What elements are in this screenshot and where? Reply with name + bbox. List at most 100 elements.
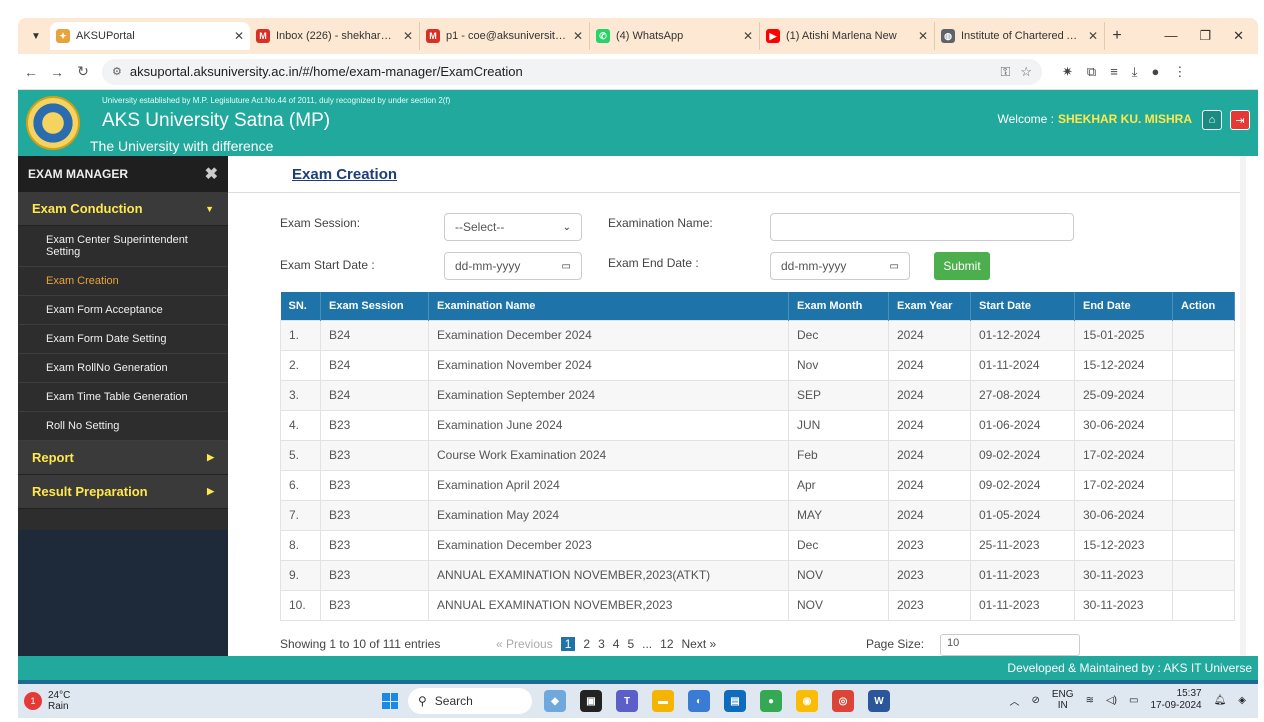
weather-widget[interactable]: 1 24°C Rain bbox=[24, 690, 70, 712]
reload-icon[interactable]: ↻ bbox=[70, 63, 96, 80]
exam-end-date-input[interactable]: dd-mm-yyyy ▭ bbox=[770, 252, 910, 280]
browser-tab[interactable]: ✦ AKSUPortal ✕ bbox=[50, 22, 250, 50]
browser-tab[interactable]: M Inbox (226) - shekharstn@ ✕ bbox=[250, 22, 420, 50]
cell-action[interactable] bbox=[1172, 589, 1235, 621]
profile-avatar-icon[interactable]: ● bbox=[1152, 64, 1160, 80]
sidebar-item-exam-form-date-setting[interactable]: Exam Form Date Setting bbox=[18, 325, 228, 354]
calendar-icon[interactable]: ▭ bbox=[562, 261, 571, 272]
col-action[interactable]: Action bbox=[1172, 292, 1235, 320]
close-icon[interactable]: ✕ bbox=[1088, 29, 1098, 43]
cell-action[interactable] bbox=[1172, 499, 1235, 531]
network-status-icon[interactable]: ⊘ bbox=[1032, 695, 1040, 706]
reading-list-icon[interactable]: ≡ bbox=[1110, 64, 1118, 80]
cell-action[interactable] bbox=[1172, 529, 1235, 561]
col-sn[interactable]: SN. bbox=[280, 292, 321, 320]
notification-bell-icon[interactable]: 🔔︎ bbox=[1214, 695, 1227, 706]
sidebar-item-exam-center-superintendent[interactable]: Exam Center Superintendent Setting bbox=[18, 226, 228, 267]
close-icon[interactable]: ✕ bbox=[918, 29, 928, 43]
submit-button[interactable]: Submit bbox=[934, 252, 990, 280]
cell-action[interactable] bbox=[1172, 439, 1235, 471]
back-icon[interactable]: ← bbox=[18, 64, 44, 80]
tab-search-dropdown-icon[interactable]: ▼ bbox=[22, 24, 50, 48]
chrome-profile-icon[interactable]: ◉ bbox=[796, 690, 818, 712]
sidebar-item-exam-form-acceptance[interactable]: Exam Form Acceptance bbox=[18, 296, 228, 325]
col-exam-year[interactable]: Exam Year bbox=[888, 292, 971, 320]
task-view-icon[interactable]: ▣ bbox=[580, 690, 602, 712]
cell-action[interactable] bbox=[1172, 469, 1235, 501]
clock[interactable]: 15:37 17-09-2024 bbox=[1150, 688, 1201, 712]
browser-tab[interactable]: M p1 - coe@aksuniversity.co ✕ bbox=[420, 22, 590, 50]
examination-name-input[interactable] bbox=[770, 213, 1074, 241]
cell-action[interactable] bbox=[1172, 409, 1235, 441]
cell-action[interactable] bbox=[1172, 349, 1235, 381]
close-icon[interactable]: ✕ bbox=[573, 29, 583, 43]
home-button[interactable]: ⌂ bbox=[1202, 110, 1222, 130]
logout-button[interactable]: ⇥ bbox=[1230, 110, 1250, 130]
puzzle-icon[interactable]: ⧉ bbox=[1087, 64, 1096, 80]
browser-tab[interactable]: ✆ (4) WhatsApp ✕ bbox=[590, 22, 760, 50]
col-end-date[interactable]: End Date bbox=[1074, 292, 1173, 320]
extension-icon[interactable]: ✷ bbox=[1062, 64, 1073, 80]
chevron-up-icon[interactable]: ︿ bbox=[1010, 693, 1020, 708]
sidebar-section-report[interactable]: Report ▶ bbox=[18, 441, 228, 475]
page-link-5[interactable]: 5 bbox=[627, 637, 634, 651]
sidebar-item-exam-time-table[interactable]: Exam Time Table Generation bbox=[18, 383, 228, 412]
app-icon[interactable]: ● bbox=[760, 690, 782, 712]
browser-tab[interactable]: ▶ (1) Atishi Marlena New ✕ bbox=[760, 22, 935, 50]
taskbar-search[interactable]: ⚲ Search bbox=[408, 688, 532, 714]
edge-icon[interactable]: ◐ bbox=[688, 690, 710, 712]
col-exam-month[interactable]: Exam Month bbox=[788, 292, 889, 320]
volume-icon[interactable]: ◁) bbox=[1106, 695, 1117, 706]
main-scrollbar[interactable] bbox=[1240, 156, 1246, 656]
next-page-link[interactable]: Next » bbox=[682, 637, 717, 651]
cell-action[interactable] bbox=[1172, 379, 1235, 411]
download-icon[interactable]: ⤓ bbox=[1132, 64, 1138, 80]
close-icon[interactable]: ✕ bbox=[743, 29, 753, 43]
minimize-icon[interactable]: — bbox=[1164, 28, 1177, 44]
previous-page-link[interactable]: « Previous bbox=[496, 637, 553, 651]
close-icon[interactable]: ✕ bbox=[403, 29, 413, 43]
teams-icon[interactable]: T bbox=[616, 690, 638, 712]
sidebar-item-exam-creation[interactable]: Exam Creation bbox=[18, 267, 228, 296]
copilot-icon[interactable]: ◈ bbox=[1238, 695, 1246, 706]
col-exam-session[interactable]: Exam Session bbox=[320, 292, 429, 320]
widget-app-icon[interactable]: ◆ bbox=[544, 690, 566, 712]
new-tab-icon[interactable]: + bbox=[1105, 27, 1129, 45]
language-indicator[interactable]: ENG IN bbox=[1052, 689, 1074, 711]
exam-start-date-input[interactable]: dd-mm-yyyy ▭ bbox=[444, 252, 582, 280]
page-link-12[interactable]: 12 bbox=[660, 637, 673, 651]
key-icon[interactable]: ⚿ bbox=[1000, 64, 1010, 80]
close-sidebar-icon[interactable]: ✖ bbox=[205, 164, 218, 184]
close-icon[interactable]: ✕ bbox=[234, 29, 244, 43]
page-size-select[interactable]: 10 bbox=[940, 634, 1080, 656]
page-link-2[interactable]: 2 bbox=[583, 637, 590, 651]
word-icon[interactable]: W bbox=[868, 690, 890, 712]
col-examination-name[interactable]: Examination Name bbox=[428, 292, 789, 320]
sidebar-section-exam-conduction[interactable]: Exam Conduction ▼ bbox=[18, 192, 228, 226]
col-start-date[interactable]: Start Date bbox=[970, 292, 1075, 320]
page-link-1[interactable]: 1 bbox=[560, 637, 576, 651]
file-explorer-icon[interactable]: ▬ bbox=[652, 690, 674, 712]
page-link-3[interactable]: 3 bbox=[598, 637, 605, 651]
restore-icon[interactable]: ❐ bbox=[1199, 28, 1211, 44]
chrome-icon[interactable]: ◎ bbox=[832, 690, 854, 712]
wifi-icon[interactable]: ≋ bbox=[1086, 695, 1094, 706]
calendar-icon[interactable]: ▭ bbox=[890, 261, 899, 272]
cell-action[interactable] bbox=[1172, 319, 1235, 351]
bookmark-star-icon[interactable]: ☆ bbox=[1020, 64, 1032, 80]
site-info-icon[interactable]: ⚙ bbox=[112, 65, 122, 78]
page-link-4[interactable]: 4 bbox=[613, 637, 620, 651]
sidebar-item-roll-no-setting[interactable]: Roll No Setting bbox=[18, 412, 228, 441]
sidebar-item-exam-rollno-generation[interactable]: Exam RollNo Generation bbox=[18, 354, 228, 383]
cell-action[interactable] bbox=[1172, 559, 1235, 591]
menu-icon[interactable]: ⋮ bbox=[1173, 64, 1186, 80]
url-field[interactable]: ⚙ aksuportal.aksuniversity.ac.in/#/home/… bbox=[102, 58, 1042, 85]
forward-icon[interactable]: → bbox=[44, 64, 70, 80]
exam-session-select[interactable]: --Select-- ⌄ bbox=[444, 213, 582, 241]
store-icon[interactable]: ▤ bbox=[724, 690, 746, 712]
browser-tab[interactable]: ◍ Institute of Chartered Acc ✕ bbox=[935, 22, 1105, 50]
close-window-icon[interactable]: ✕ bbox=[1233, 28, 1244, 44]
sidebar-section-result-preparation[interactable]: Result Preparation ▶ bbox=[18, 475, 228, 509]
windows-start-icon[interactable] bbox=[382, 693, 398, 709]
battery-icon[interactable]: ▭ bbox=[1129, 695, 1138, 706]
